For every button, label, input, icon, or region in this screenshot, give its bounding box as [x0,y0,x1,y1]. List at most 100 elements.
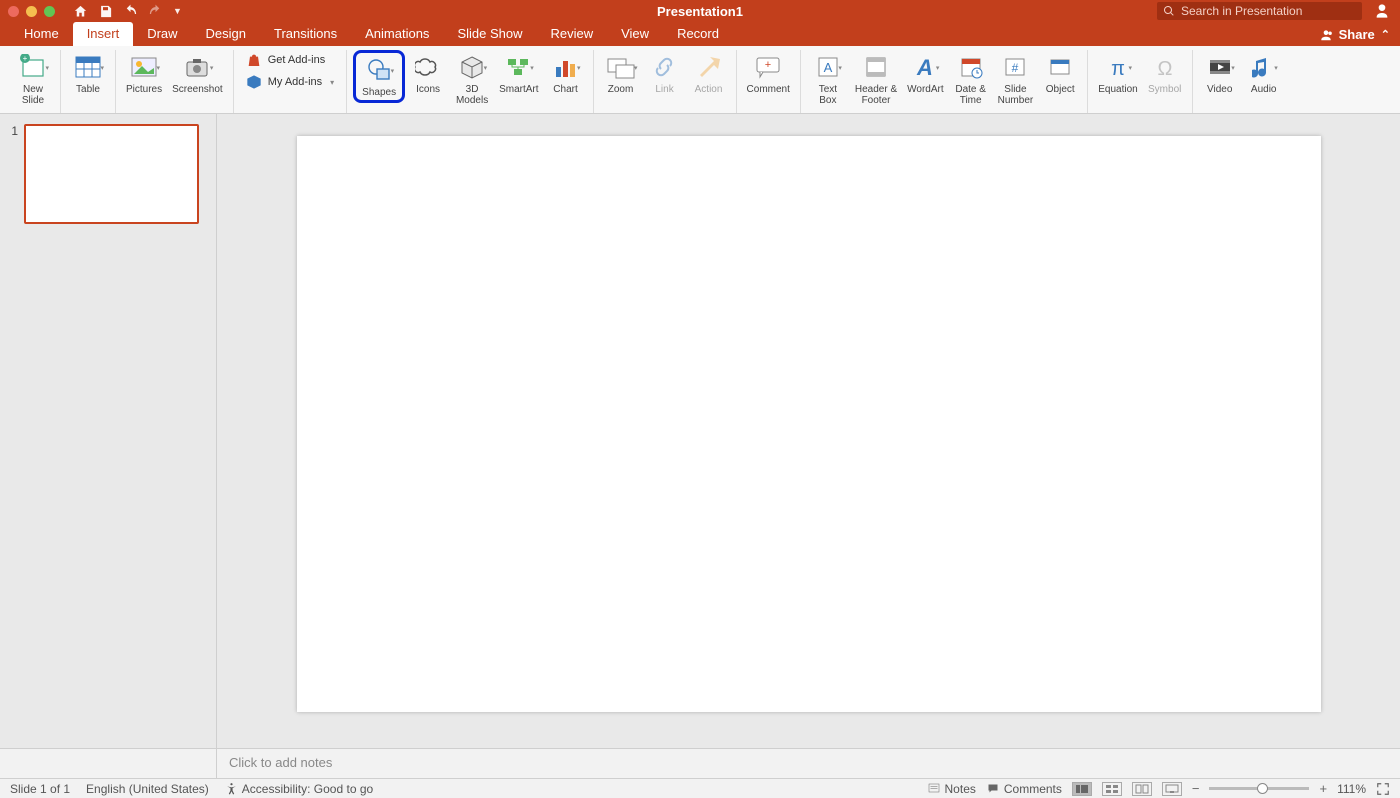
zoom-icon: ▾ [606,52,636,82]
chart-button[interactable]: ▾ Chart [545,50,587,95]
notes-toggle[interactable]: Notes [927,782,976,796]
header-footer-button[interactable]: Header & Footer [851,50,901,106]
title-bar: ▼ Presentation1 Search in Presentation [0,0,1400,22]
audio-icon: ▾ [1252,52,1276,82]
cube-icon: ▾ [459,52,485,82]
object-icon [1048,52,1072,82]
svg-text:π: π [1111,58,1125,79]
shapes-button[interactable]: ▾ Shapes [353,50,405,103]
fit-to-window-button[interactable] [1376,782,1390,796]
tab-insert[interactable]: Insert [73,22,134,46]
table-icon: ▾ [74,52,102,82]
slide-editor [217,114,1400,748]
header-footer-icon [864,52,888,82]
ribbon-tabs: Home Insert Draw Design Transitions Anim… [0,22,1400,46]
sorter-view-button[interactable] [1102,782,1122,796]
date-time-button[interactable]: Date & Time [950,50,992,106]
collapse-ribbon-icon[interactable]: ⌃ [1381,28,1390,41]
video-button[interactable]: ▾ Video [1199,50,1241,95]
tab-view[interactable]: View [607,22,663,46]
screenshot-icon: ▾ [183,52,211,82]
minimize-window-button[interactable] [26,6,37,17]
search-input[interactable]: Search in Presentation [1157,2,1362,20]
svg-text:A: A [916,55,933,79]
close-window-button[interactable] [8,6,19,17]
object-button[interactable]: Object [1039,50,1081,95]
new-slide-button[interactable]: +▾ New Slide [12,50,54,106]
home-icon[interactable] [73,4,88,19]
smartart-button[interactable]: ▾ SmartArt [495,50,542,95]
share-button[interactable]: Share [1339,27,1375,42]
tab-animations[interactable]: Animations [351,22,443,46]
icons-icon [415,52,441,82]
zoom-in-button[interactable]: + [1319,781,1327,796]
save-icon[interactable] [98,4,113,19]
wordart-icon: A▾ [913,52,937,82]
redo-icon[interactable] [148,4,163,19]
slideshow-view-button[interactable] [1162,782,1182,796]
link-button[interactable]: Link [644,50,686,95]
document-title: Presentation1 [657,4,743,19]
get-addins-button[interactable]: Get Add-ins [246,52,334,68]
reading-view-button[interactable] [1132,782,1152,796]
ribbon: +▾ New Slide ▾ Table ▾ Pictures ▾ Screen… [0,46,1400,114]
accessibility-icon [225,782,238,795]
slide-number-button[interactable]: # Slide Number [994,50,1038,106]
notes-placeholder[interactable]: Click to add notes [217,749,344,778]
accessibility-status[interactable]: Accessibility: Good to go [225,782,373,796]
notes-icon [927,783,941,795]
window-controls [0,6,63,17]
zoom-button[interactable]: ▾ Zoom [600,50,642,95]
my-addins-button[interactable]: My Add-ins▾ [246,74,334,90]
icons-button[interactable]: Icons [407,50,449,95]
thumbnail-index: 1 [8,124,18,224]
text-box-icon: A▾ [816,52,840,82]
normal-view-button[interactable] [1072,782,1092,796]
tab-draw[interactable]: Draw [133,22,191,46]
svg-text:A: A [824,60,833,75]
wordart-button[interactable]: A▾ WordArt [903,50,948,95]
comment-button[interactable]: + Comment [743,50,794,95]
table-button[interactable]: ▾ Table [67,50,109,95]
qat-customize-icon[interactable]: ▼ [173,6,182,16]
slide-thumbnail-1[interactable] [24,124,199,224]
tab-transitions[interactable]: Transitions [260,22,351,46]
slide-canvas[interactable] [297,136,1321,712]
new-slide-icon: +▾ [19,52,47,82]
comments-icon [986,783,1000,795]
slide-thumbnail-panel: 1 [0,114,217,748]
tab-slideshow[interactable]: Slide Show [443,22,536,46]
svg-text:+: + [23,54,28,63]
pictures-button[interactable]: ▾ Pictures [122,50,166,95]
undo-icon[interactable] [123,4,138,19]
slide-position: Slide 1 of 1 [10,782,70,796]
symbol-icon: Ω [1153,52,1177,82]
comments-toggle[interactable]: Comments [986,782,1062,796]
action-button[interactable]: Action [688,50,730,95]
pictures-icon: ▾ [130,52,158,82]
tab-home[interactable]: Home [10,22,73,46]
zoom-slider[interactable] [1209,787,1309,790]
language-indicator[interactable]: English (United States) [86,782,209,796]
text-box-button[interactable]: A▾ Text Box [807,50,849,106]
equation-button[interactable]: π▾ Equation [1094,50,1141,95]
zoom-out-button[interactable]: − [1192,781,1200,796]
comment-icon: + [754,52,782,82]
svg-text:+: + [765,59,771,71]
search-placeholder: Search in Presentation [1181,4,1302,18]
slide-number-icon: # [1003,52,1027,82]
shapes-icon: ▾ [366,55,392,85]
audio-button[interactable]: ▾ Audio [1243,50,1285,95]
tab-record[interactable]: Record [663,22,733,46]
3d-models-button[interactable]: ▾ 3D Models [451,50,493,106]
screenshot-button[interactable]: ▾ Screenshot [168,50,227,95]
zoom-level[interactable]: 111% [1337,782,1366,796]
zoom-window-button[interactable] [44,6,55,17]
status-bar: Slide 1 of 1 English (United States) Acc… [0,778,1400,798]
symbol-button[interactable]: Ω Symbol [1144,50,1186,95]
tab-review[interactable]: Review [536,22,607,46]
tab-design[interactable]: Design [192,22,260,46]
shopping-bag-icon [246,52,262,68]
quick-access-toolbar: ▼ [73,4,182,19]
account-icon[interactable] [1374,3,1390,19]
